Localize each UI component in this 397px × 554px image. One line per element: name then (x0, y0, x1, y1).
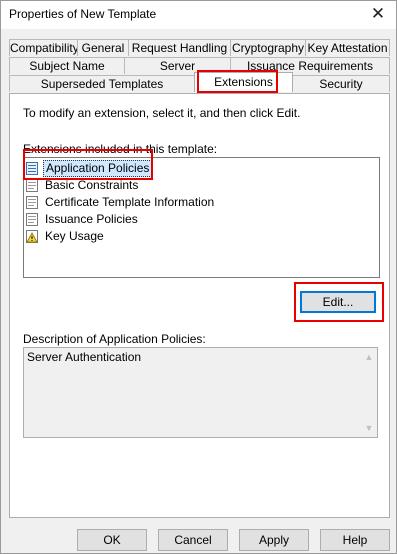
close-icon[interactable]: ✕ (364, 2, 392, 26)
cancel-button[interactable]: Cancel (158, 529, 228, 551)
ok-button[interactable]: OK (77, 529, 147, 551)
description-text: Server Authentication (27, 350, 142, 364)
tab-general[interactable]: General (77, 39, 129, 56)
scroll-down-icon[interactable]: ▼ (364, 423, 374, 433)
tab-security[interactable]: Security (292, 75, 390, 92)
extensions-panel: To modify an extension, select it, and t… (9, 93, 390, 518)
list-item-label: Application Policies (43, 160, 153, 177)
description-box: Server Authentication ▲ ▼ (23, 347, 378, 438)
edit-button[interactable]: Edit... (300, 291, 376, 313)
scroll-up-icon[interactable]: ▲ (364, 352, 374, 362)
document-icon (26, 213, 38, 226)
list-item-label: Key Usage (45, 229, 104, 243)
tab-cryptography[interactable]: Cryptography (230, 39, 306, 56)
description-label: Description of Application Policies: (23, 332, 206, 346)
tab-superseded-templates[interactable]: Superseded Templates (9, 75, 195, 92)
window-title: Properties of New Template (9, 7, 157, 21)
tab-request-handling[interactable]: Request Handling (128, 39, 231, 56)
instruction-text: To modify an extension, select it, and t… (23, 106, 301, 120)
tab-compatibility[interactable]: Compatibility (9, 39, 79, 56)
extensions-list[interactable]: Application Policies Basic Constraints C… (23, 157, 380, 278)
tab-subject-name[interactable]: Subject Name (9, 57, 125, 74)
list-item-label: Certificate Template Information (45, 195, 215, 209)
tab-key-attestation[interactable]: Key Attestation (305, 39, 390, 56)
tab-extensions[interactable]: Extensions (194, 72, 293, 92)
extensions-list-label: Extensions included in this template: (23, 142, 218, 156)
apply-button[interactable]: Apply (239, 529, 309, 551)
properties-dialog: Properties of New Template ✕ Compatibili… (0, 0, 397, 554)
document-icon (26, 196, 38, 209)
title-bar: Properties of New Template ✕ (1, 1, 396, 29)
help-button[interactable]: Help (320, 529, 390, 551)
warning-icon (26, 230, 38, 243)
document-icon (26, 179, 38, 192)
policy-icon (26, 162, 38, 175)
list-item-label: Basic Constraints (45, 178, 139, 192)
list-item-label: Issuance Policies (45, 212, 138, 226)
description-scrollbar[interactable]: ▲ ▼ (361, 348, 377, 437)
